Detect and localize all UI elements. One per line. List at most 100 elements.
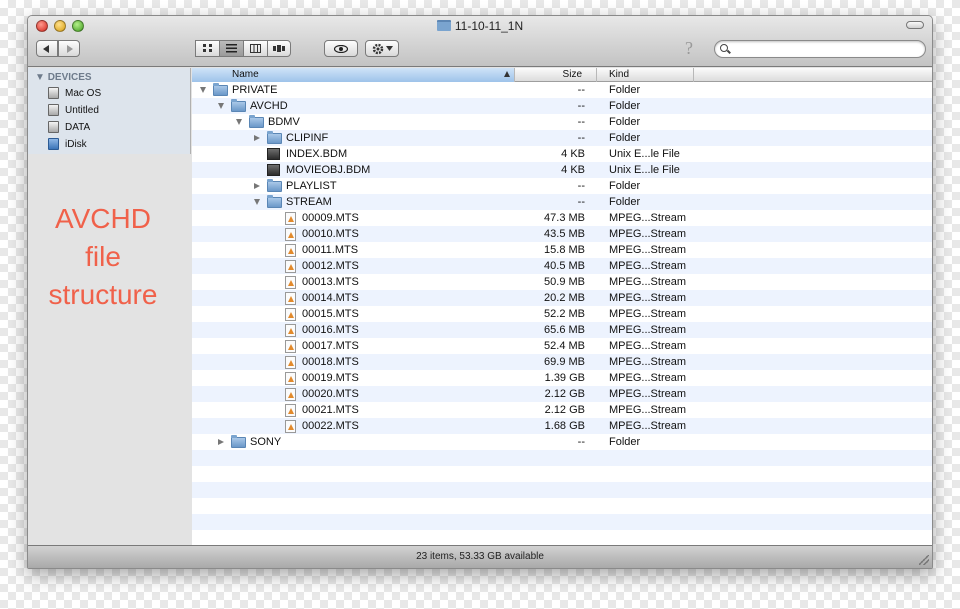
disclosure-closed-icon[interactable] [216,437,226,447]
column-header-name[interactable]: Name [192,68,515,82]
sidebar-item-data[interactable]: DATA [48,119,90,135]
table-row[interactable]: 00017.MTS 52.4 MB MPEG...Stream [192,338,932,354]
chevron-left-icon [43,44,49,53]
file-kind: MPEG...Stream [609,244,687,256]
table-row[interactable]: 00013.MTS 50.9 MB MPEG...Stream [192,274,932,290]
name-cell: CLIPINF [252,130,328,146]
file-kind: MPEG...Stream [609,340,687,352]
folder-icon [267,194,282,208]
video-file-icon [285,259,296,273]
file-kind: Unix E...le File [609,164,680,176]
table-row[interactable]: AVCHD -- Folder [192,98,932,114]
file-size: -- [577,132,585,144]
sidebar-item-idisk[interactable]: iDisk [48,136,87,152]
file-name: 00013.MTS [302,276,359,288]
video-file-icon [285,243,296,257]
sidebar: ▼ DEVICES Mac OS Untitled DATA iDisk [28,68,191,154]
file-name: 00009.MTS [302,212,359,224]
disclosure-open-icon[interactable] [198,85,208,95]
action-menu-button[interactable] [365,40,399,57]
folder-icon [267,130,282,144]
window-title: 11-10-11_1N [28,19,932,33]
column-header-kind[interactable]: Kind [597,68,694,82]
forward-button[interactable] [58,40,80,57]
resize-grip-icon[interactable] [919,555,929,565]
file-kind: MPEG...Stream [609,420,687,432]
quick-look-button[interactable] [324,40,358,57]
sidebar-item-mac-os[interactable]: Mac OS [48,85,101,101]
disclosure-open-icon[interactable] [234,117,244,127]
table-row[interactable]: BDMV -- Folder [192,114,932,130]
column-view-button[interactable] [243,40,267,57]
table-row[interactable]: 00020.MTS 2.12 GB MPEG...Stream [192,386,932,402]
disclosure-open-icon[interactable] [216,101,226,111]
file-kind: Unix E...le File [609,148,680,160]
table-row[interactable]: STREAM -- Folder [192,194,932,210]
file-size: 2.12 GB [544,388,585,400]
file-name: SONY [250,436,282,448]
file-name: 00019.MTS [302,372,359,384]
file-size: 47.3 MB [544,212,585,224]
name-cell: MOVIEOBJ.BDM [252,162,370,178]
empty-row [192,450,932,466]
coverflow-view-button[interactable] [267,40,291,57]
table-row[interactable]: 00015.MTS 52.2 MB MPEG...Stream [192,306,932,322]
name-cell: 00020.MTS [270,386,359,402]
file-name: STREAM [286,196,332,208]
sidebar-item-untitled[interactable]: Untitled [48,102,99,118]
coverflow-view-icon [273,45,285,52]
file-size: 52.2 MB [544,308,585,320]
table-row[interactable]: PLAYLIST -- Folder [192,178,932,194]
icon-view-button[interactable] [195,40,219,57]
file-size: -- [577,100,585,112]
search-field[interactable] [714,40,926,58]
back-button[interactable] [36,40,58,57]
table-row[interactable]: 00014.MTS 20.2 MB MPEG...Stream [192,290,932,306]
table-row[interactable]: 00009.MTS 47.3 MB MPEG...Stream [192,210,932,226]
file-kind: MPEG...Stream [609,228,687,240]
disclosure-closed-icon[interactable] [252,181,262,191]
unix-executable-icon [267,164,280,176]
name-cell: PLAYLIST [252,178,337,194]
help-icon[interactable]: ? [685,38,693,59]
table-row[interactable]: 00021.MTS 2.12 GB MPEG...Stream [192,402,932,418]
file-name: MOVIEOBJ.BDM [286,164,371,176]
disclosure-open-icon[interactable] [252,197,262,207]
video-file-icon [285,419,296,433]
table-row[interactable]: MOVIEOBJ.BDM 4 KB Unix E...le File [192,162,932,178]
disclosure-closed-icon[interactable] [252,133,262,143]
table-row[interactable]: 00012.MTS 40.5 MB MPEG...Stream [192,258,932,274]
file-name: 00014.MTS [302,292,359,304]
name-cell: 00014.MTS [270,290,359,306]
name-cell: 00013.MTS [270,274,359,290]
file-size: 15.8 MB [544,244,585,256]
file-size: -- [577,436,585,448]
file-name: PRIVATE [232,84,278,96]
table-row[interactable]: INDEX.BDM 4 KB Unix E...le File [192,146,932,162]
finder-window: 11-10-11_1N ? ▼ DEVICES Mac OS Untitled … [27,15,933,569]
sidebar-section-devices[interactable]: ▼ DEVICES [35,72,92,83]
table-row[interactable]: 00019.MTS 1.39 GB MPEG...Stream [192,370,932,386]
file-name: 00015.MTS [302,308,359,320]
table-row[interactable]: 00018.MTS 69.9 MB MPEG...Stream [192,354,932,370]
video-file-icon [285,339,296,353]
table-row[interactable]: 00022.MTS 1.68 GB MPEG...Stream [192,418,932,434]
folder-icon [249,114,264,128]
table-row[interactable]: CLIPINF -- Folder [192,130,932,146]
toolbar-toggle-button[interactable] [906,21,924,29]
file-size: -- [577,116,585,128]
file-kind: MPEG...Stream [609,276,687,288]
table-row[interactable]: SONY -- Folder [192,434,932,450]
caption-line: structure [48,279,158,310]
table-row[interactable]: PRIVATE -- Folder [192,82,932,98]
sidebar-item-label: iDisk [65,138,87,150]
file-name: 00022.MTS [302,420,359,432]
file-name: 00010.MTS [302,228,359,240]
table-row[interactable]: 00010.MTS 43.5 MB MPEG...Stream [192,226,932,242]
file-kind: MPEG...Stream [609,356,687,368]
list-view-button[interactable] [219,40,243,57]
table-row[interactable]: 00016.MTS 65.6 MB MPEG...Stream [192,322,932,338]
column-header-size[interactable]: Size [515,68,597,82]
file-size: 1.68 GB [544,420,585,432]
table-row[interactable]: 00011.MTS 15.8 MB MPEG...Stream [192,242,932,258]
